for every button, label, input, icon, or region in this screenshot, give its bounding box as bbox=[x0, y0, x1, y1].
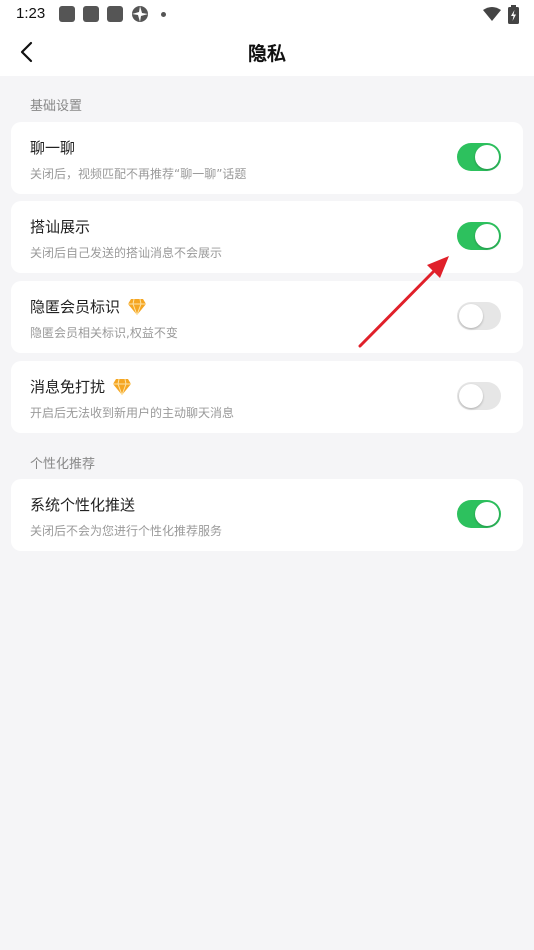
toggle-knob bbox=[475, 502, 499, 526]
battery-icon bbox=[508, 5, 519, 24]
toggle-knob bbox=[459, 304, 483, 328]
do-not-disturb-toggle[interactable] bbox=[457, 382, 501, 410]
setting-row-personalized-push: 系统个性化推送 关闭后不会为您进行个性化推荐服务 bbox=[11, 479, 523, 551]
greeting-display-toggle[interactable] bbox=[457, 222, 501, 250]
setting-title: 搭讪展示 bbox=[30, 218, 91, 236]
setting-title: 隐匿会员标识 bbox=[30, 296, 147, 317]
setting-desc: 开启后无法收到新用户的主动聊天消息 bbox=[30, 406, 235, 420]
setting-desc: 关闭后不会为您进行个性化推荐服务 bbox=[30, 524, 223, 538]
toggle-knob bbox=[475, 224, 499, 248]
setting-title: 消息免打扰 bbox=[30, 376, 132, 397]
diamond-icon bbox=[113, 378, 132, 395]
diamond-icon bbox=[128, 298, 147, 315]
section-label-basic: 基础设置 bbox=[30, 99, 83, 114]
wifi-icon bbox=[483, 7, 501, 21]
status-time: 1:23 bbox=[16, 5, 46, 22]
hide-vip-badge-toggle[interactable] bbox=[457, 302, 501, 330]
notification-icon bbox=[83, 6, 99, 22]
setting-row-do-not-disturb: 消息免打扰 开启后无法收到新用户的主动聊天消息 bbox=[11, 361, 523, 433]
setting-title: 系统个性化推送 bbox=[30, 496, 136, 514]
notification-icon bbox=[59, 6, 75, 22]
notification-icon bbox=[107, 6, 123, 22]
chat-topic-toggle[interactable] bbox=[457, 143, 501, 171]
setting-desc: 关闭后，视频匹配不再推荐“聊一聊”话题 bbox=[30, 167, 247, 181]
app-header: 隐私 bbox=[0, 30, 534, 76]
setting-desc: 关闭后自己发送的搭讪消息不会展示 bbox=[30, 246, 223, 260]
personalized-push-toggle[interactable] bbox=[457, 500, 501, 528]
setting-row-chat-topic: 聊一聊 关闭后，视频匹配不再推荐“聊一聊”话题 bbox=[11, 122, 523, 194]
setting-desc: 隐匿会员相关标识,权益不变 bbox=[30, 326, 178, 340]
aperture-icon bbox=[132, 6, 148, 22]
status-bar: 1:23 bbox=[0, 0, 534, 30]
status-dot bbox=[161, 12, 166, 17]
toggle-knob bbox=[459, 384, 483, 408]
toggle-knob bbox=[475, 145, 499, 169]
annotation-arrow bbox=[358, 256, 449, 348]
page-title: 隐私 bbox=[247, 43, 286, 65]
setting-title: 聊一聊 bbox=[30, 139, 76, 157]
section-label-personalization: 个性化推荐 bbox=[30, 457, 96, 472]
